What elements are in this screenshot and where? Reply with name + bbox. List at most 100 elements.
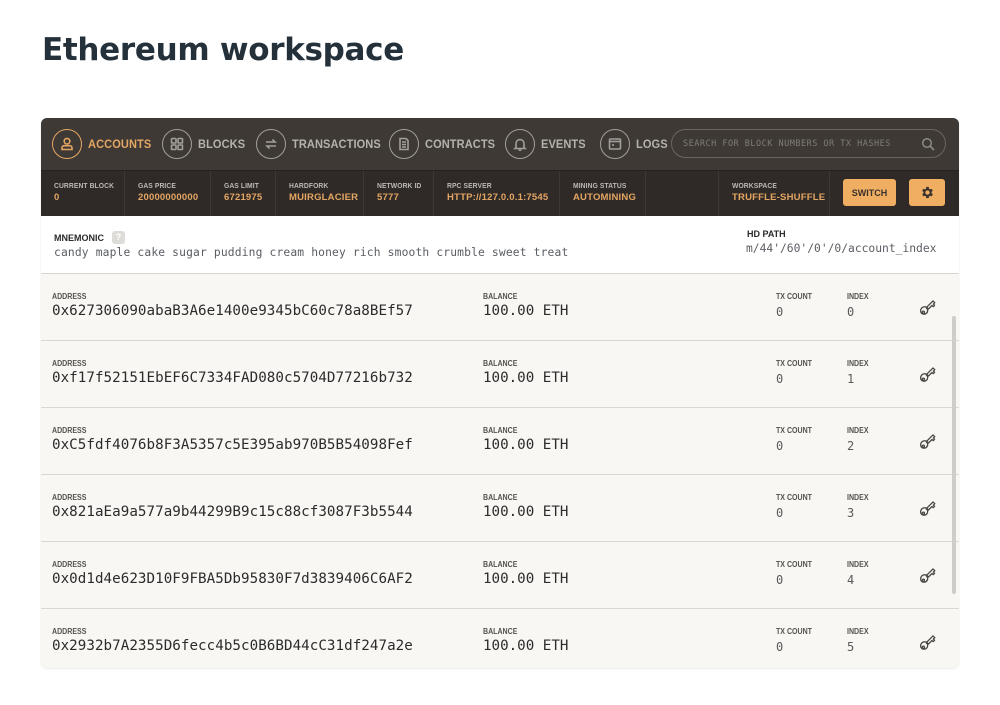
stat-label: MINING STATUS — [573, 181, 627, 190]
stat-label: GAS PRICE — [138, 181, 176, 190]
hd-path-value: m/44'/60'/0'/0/account_index — [746, 242, 937, 255]
stat-mining-status: MINING STATUS AUTOMINING — [560, 171, 646, 217]
stat-value: 6721975 — [224, 192, 263, 203]
account-tx-count: 0 — [776, 305, 784, 319]
page-title: Ethereum workspace — [42, 32, 404, 68]
ganache-app: ACCOUNTS BLOCKS TRANSACTIONS CONTRACTS E… — [41, 118, 959, 668]
account-address: 0x0d1d4e623D10F9FBA5Db95830F7d3839406C6A… — [52, 571, 413, 587]
tx-count-label: TX COUNT — [776, 426, 812, 435]
document-icon — [389, 129, 419, 159]
account-row: ADDRESS 0x821aEa9a577a9b44299B9c15c88cf3… — [41, 475, 959, 542]
hd-path-label: HD PATH — [747, 229, 786, 239]
key-icon[interactable] — [917, 497, 939, 519]
tx-count-label: TX COUNT — [776, 627, 812, 636]
stat-value: TRUFFLE-SHUFFLE — [732, 192, 826, 203]
nav-label: CONTRACTS — [425, 137, 496, 151]
mnemonic-words: candy maple cake sugar pudding cream hon… — [54, 246, 569, 259]
account-address: 0xC5fdf4076b8F3A5357c5E395ab970B5B54098F… — [52, 437, 413, 453]
stat-network-id: NETWORK ID 5777 — [364, 171, 434, 217]
switch-workspace-button[interactable]: SWITCH — [843, 179, 896, 206]
tx-count-label: TX COUNT — [776, 493, 812, 502]
address-label: ADDRESS — [52, 493, 87, 502]
address-label: ADDRESS — [52, 560, 87, 569]
mnemonic-label: MNEMONIC — [54, 232, 104, 243]
index-label: INDEX — [847, 627, 869, 636]
stat-value: 20000000000 — [138, 192, 199, 203]
nav-tab-logs[interactable]: LOGS — [600, 128, 670, 160]
search-input[interactable] — [683, 138, 913, 149]
stat-current-block: CURRENT BLOCK 0 — [41, 171, 125, 217]
account-index: 3 — [847, 506, 855, 520]
person-icon — [52, 129, 82, 159]
account-balance: 100.00 ETH — [483, 437, 569, 453]
terminal-window-icon — [600, 129, 630, 159]
key-icon[interactable] — [917, 363, 939, 385]
stat-rpc-server: RPC SERVER HTTP://127.0.0.1:7545 — [434, 171, 560, 217]
scrollbar[interactable] — [952, 316, 956, 594]
blocks-grid-icon — [162, 129, 192, 159]
accounts-content: MNEMONIC ? candy maple cake sugar puddin… — [41, 216, 959, 668]
nav-tab-events[interactable]: EVENTS — [505, 128, 590, 160]
nav-tab-contracts[interactable]: CONTRACTS — [389, 128, 501, 160]
account-index: 0 — [847, 305, 855, 319]
tx-count-label: TX COUNT — [776, 292, 812, 301]
account-row: ADDRESS 0x0d1d4e623D10F9FBA5Db95830F7d38… — [41, 542, 959, 609]
nav-label: EVENTS — [541, 137, 586, 151]
account-tx-count: 0 — [776, 506, 784, 520]
stat-label: GAS LIMIT — [224, 181, 259, 190]
account-list: ADDRESS 0x627306090abaB3A6e1400e9345bC60… — [41, 274, 959, 668]
help-icon[interactable]: ? — [112, 231, 125, 244]
account-tx-count: 0 — [776, 640, 784, 654]
account-index: 1 — [847, 372, 855, 386]
account-address: 0x821aEa9a577a9b44299B9c15c88cf3087F3b55… — [52, 504, 413, 520]
key-icon[interactable] — [917, 564, 939, 586]
top-nav: ACCOUNTS BLOCKS TRANSACTIONS CONTRACTS E… — [41, 118, 959, 170]
balance-label: BALANCE — [483, 426, 518, 435]
stat-value: AUTOMINING — [573, 192, 637, 203]
balance-label: BALANCE — [483, 560, 518, 569]
account-tx-count: 0 — [776, 573, 784, 587]
stat-gas-price: GAS PRICE 20000000000 — [125, 171, 211, 217]
stat-label: HARDFORK — [289, 181, 329, 190]
balance-label: BALANCE — [483, 292, 518, 301]
key-icon[interactable] — [917, 430, 939, 452]
nav-tab-blocks[interactable]: BLOCKS — [162, 128, 249, 160]
nav-tab-transactions[interactable]: TRANSACTIONS — [256, 128, 389, 160]
tx-count-label: TX COUNT — [776, 359, 812, 368]
search-bar — [671, 129, 946, 158]
account-balance: 100.00 ETH — [483, 638, 569, 654]
account-index: 5 — [847, 640, 855, 654]
nav-label: BLOCKS — [198, 137, 246, 151]
stat-value: 5777 — [377, 192, 399, 203]
mnemonic-heading: MNEMONIC ? — [54, 231, 125, 244]
status-bar: CURRENT BLOCK 0 GAS PRICE 20000000000 GA… — [41, 170, 959, 217]
account-index: 4 — [847, 573, 855, 587]
key-icon[interactable] — [917, 631, 939, 653]
bell-icon — [505, 129, 535, 159]
stat-value: MUIRGLACIER — [289, 192, 359, 203]
account-balance: 100.00 ETH — [483, 571, 569, 587]
nav-label: LOGS — [636, 137, 668, 151]
nav-label: ACCOUNTS — [88, 137, 152, 151]
nav-label: TRANSACTIONS — [292, 137, 381, 151]
swap-arrows-icon — [256, 129, 286, 159]
stat-value: 0 — [54, 192, 60, 203]
tx-count-label: TX COUNT — [776, 560, 812, 569]
index-label: INDEX — [847, 493, 869, 502]
balance-label: BALANCE — [483, 359, 518, 368]
account-balance: 100.00 ETH — [483, 303, 569, 319]
search-icon[interactable] — [921, 137, 935, 151]
stat-hardfork: HARDFORK MUIRGLACIER — [276, 171, 364, 217]
stat-gas-limit: GAS LIMIT 6721975 — [211, 171, 276, 217]
account-tx-count: 0 — [776, 439, 784, 453]
nav-tab-accounts[interactable]: ACCOUNTS — [52, 128, 157, 160]
account-balance: 100.00 ETH — [483, 370, 569, 386]
index-label: INDEX — [847, 359, 869, 368]
settings-button[interactable] — [909, 179, 945, 206]
address-label: ADDRESS — [52, 627, 87, 636]
balance-label: BALANCE — [483, 627, 518, 636]
key-icon[interactable] — [917, 296, 939, 318]
account-index: 2 — [847, 439, 855, 453]
account-tx-count: 0 — [776, 372, 784, 386]
stat-label: RPC SERVER — [447, 181, 492, 190]
